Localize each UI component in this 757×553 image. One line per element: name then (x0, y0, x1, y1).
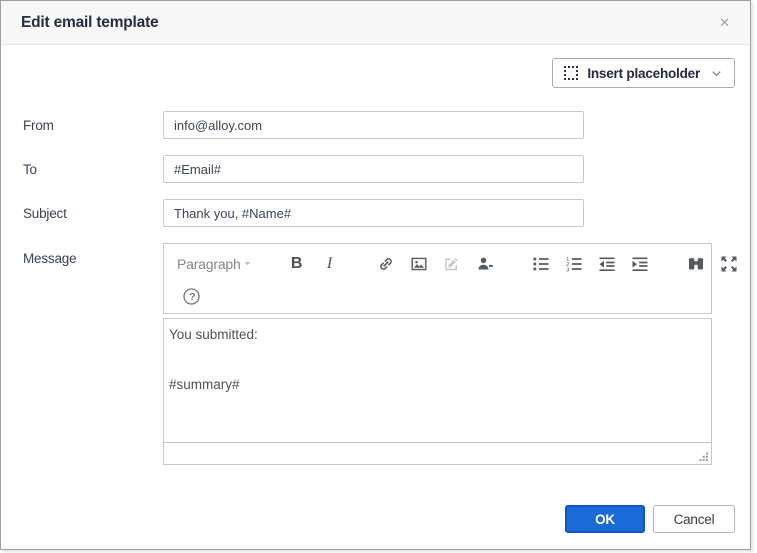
insert-placeholder-label: Insert placeholder (587, 65, 700, 81)
svg-text:?: ? (189, 291, 195, 303)
bullet-list-button[interactable] (526, 250, 556, 278)
editor-content-box: You submitted: #summary# (163, 318, 712, 465)
list-indent-group: 123 (518, 250, 663, 278)
insert-user-button[interactable] (470, 250, 500, 278)
message-body[interactable]: You submitted: #summary# (164, 319, 711, 442)
close-icon[interactable]: ✕ (719, 16, 730, 29)
edit-template-button[interactable] (437, 250, 467, 278)
caret-down-icon (241, 257, 254, 270)
indent-icon (632, 257, 648, 271)
from-label: From (23, 117, 54, 133)
subject-label: Subject (23, 205, 67, 221)
tools-group (673, 250, 752, 278)
help-icon: ? (182, 287, 200, 305)
cancel-button[interactable]: Cancel (653, 505, 735, 533)
dialog-title: Edit email template (21, 13, 159, 31)
edit-template-icon (444, 257, 458, 270)
header-actions: Insert placeholder (1, 45, 750, 88)
resize-grip[interactable] (698, 451, 709, 462)
bullet-list-icon (532, 257, 549, 270)
insert-group (363, 250, 508, 278)
outdent-button[interactable] (592, 250, 622, 278)
message-row: Message Paragraph B I 1 2 3 ? You submit… (1, 243, 750, 465)
help-button[interactable]: ? (176, 282, 206, 310)
message-label: Message (23, 251, 77, 266)
from-row: From (1, 111, 750, 139)
insert-placeholder-button[interactable]: Insert placeholder (552, 58, 735, 88)
editor-toolbar: Paragraph B I 1 2 3 ? (163, 243, 737, 314)
indent-button[interactable] (625, 250, 655, 278)
link-icon (379, 257, 392, 270)
editor-statusbar (164, 442, 711, 464)
help-group: ? (168, 282, 214, 310)
italic-icon: I (326, 254, 333, 272)
fullscreen-button[interactable] (714, 250, 744, 278)
toolbar-row-1: Paragraph B I 1 2 3 (164, 244, 737, 283)
italic-button[interactable]: I (315, 250, 345, 278)
numbered-list-icon: 123 (566, 256, 582, 273)
outdent-icon (599, 257, 615, 271)
subject-input[interactable] (163, 199, 584, 227)
numbered-list-button[interactable]: 123 (559, 250, 589, 278)
find-replace-button[interactable] (681, 250, 711, 278)
svg-text:3: 3 (566, 267, 569, 273)
toolbar-row-2: ? (164, 283, 711, 313)
image-icon (411, 257, 427, 270)
ok-button[interactable]: OK (565, 505, 645, 533)
dialog-footer: OK Cancel (565, 505, 735, 533)
subject-row: Subject (1, 199, 750, 227)
to-row: To (1, 155, 750, 183)
placeholder-dotted-square-icon (564, 66, 579, 80)
link-button[interactable] (371, 250, 401, 278)
dialog-titlebar: Edit email template ✕ (1, 1, 750, 45)
format-select[interactable]: Paragraph (168, 248, 264, 279)
fullscreen-icon (721, 256, 737, 271)
bold-icon: B (290, 254, 303, 272)
edit-email-template-dialog: Edit email template ✕ Insert placeholder… (0, 0, 751, 550)
from-input[interactable] (163, 111, 584, 139)
insert-image-button[interactable] (404, 250, 434, 278)
to-input[interactable] (163, 155, 584, 183)
user-icon (478, 257, 493, 269)
rich-text-editor: Paragraph B I 1 2 3 ? You submitted: #su… (163, 243, 737, 465)
chevron-down-icon (709, 66, 724, 81)
bold-button[interactable]: B (282, 250, 312, 278)
format-select-value: Paragraph (177, 255, 241, 272)
text-style-group: B I (274, 250, 353, 278)
find-replace-icon (688, 257, 703, 269)
to-label: To (23, 161, 37, 177)
